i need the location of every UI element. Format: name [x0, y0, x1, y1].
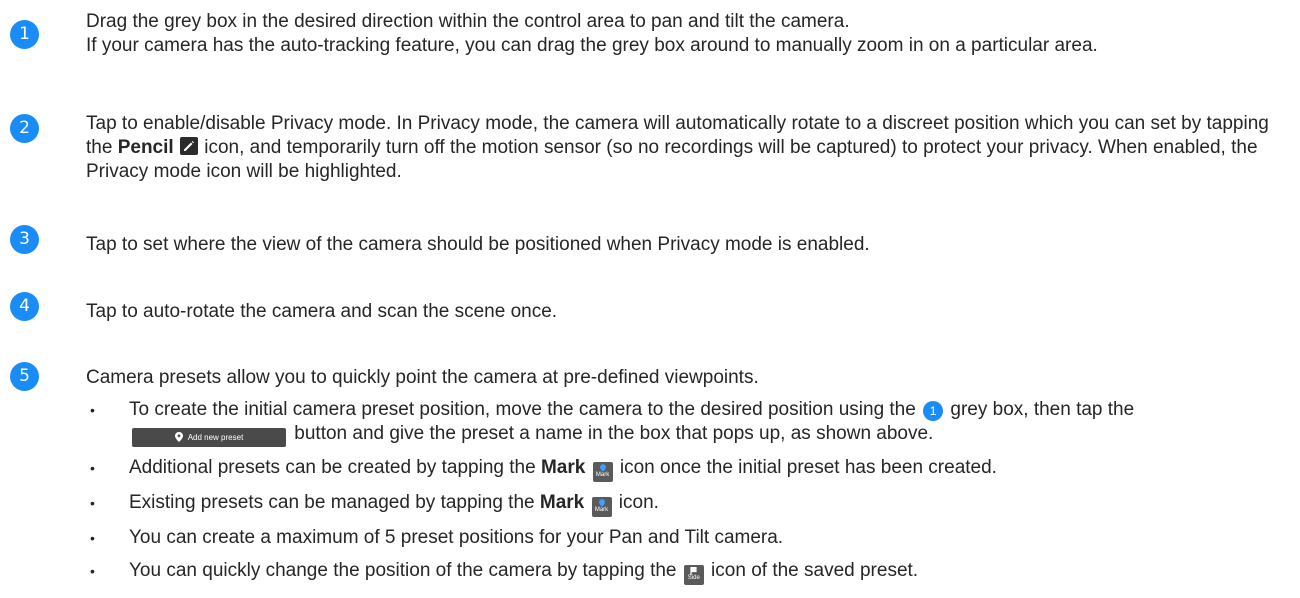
mark-label: Mark — [540, 456, 586, 478]
step-2-paragraph: Tap to enable/disable Privacy mode. In P… — [86, 112, 1286, 184]
step-number-badge: 1 — [10, 20, 39, 49]
step-2-text: Tap to enable/disable Privacy mode. In P… — [86, 112, 1286, 184]
list-item: • Existing presets can be managed by tap… — [86, 491, 1286, 517]
add-new-preset-label: Add new preset — [187, 432, 244, 442]
mark-icon: Mark — [592, 461, 613, 482]
bullet-3-text-b: icon. — [613, 491, 659, 513]
pencil-icon — [179, 137, 198, 155]
mark-label: Mark — [539, 491, 585, 513]
step-number-badge: 4 — [10, 292, 39, 321]
bullet-4-text: You can create a maximum of 5 preset pos… — [129, 526, 784, 548]
bullet-5-text-a: You can quickly change the position of t… — [129, 559, 682, 581]
mark-icon-caption: Mark — [594, 506, 609, 513]
pencil-label: Pencil — [117, 137, 174, 158]
list-item: • You can quickly change the position of… — [86, 559, 1286, 585]
side-flag-icon: Side — [683, 564, 704, 585]
step-5-text: Camera presets allow you to quickly poin… — [86, 366, 1286, 585]
step-number-badge: 2 — [10, 114, 39, 143]
mark-icon-caption: Mark — [595, 471, 610, 478]
bullet-2-text-b: icon once the initial preset has been cr… — [614, 456, 997, 478]
list-item: • To create the initial camera preset po… — [86, 398, 1286, 447]
bullet-1-text-c: button and give the preset a name in the… — [289, 423, 934, 444]
step-number-badge: 5 — [10, 362, 39, 391]
bullet-dot: • — [90, 529, 95, 546]
step-1-line-1: Drag the grey box in the desired directi… — [86, 11, 850, 32]
step-2-text-b: icon, and temporarily turn off the motio… — [86, 137, 1258, 182]
bullet-dot: • — [90, 562, 95, 579]
bullet-dot: • — [90, 459, 95, 476]
step-3-text: Tap to set where the view of the camera … — [86, 233, 1286, 257]
step-number-badge: 3 — [10, 225, 39, 254]
location-pin-icon — [174, 432, 183, 442]
bullet-2-text-a: Additional presets can be created by tap… — [129, 456, 541, 478]
mark-icon: Mark — [591, 496, 612, 517]
step-3-paragraph: Tap to set where the view of the camera … — [86, 234, 870, 255]
bullet-dot: • — [90, 494, 95, 511]
step-1-reference-badge: 1 — [923, 401, 944, 421]
bullet-5-text-b: icon of the saved preset. — [705, 559, 919, 581]
bullet-1-text-b: grey box, then tap the — [945, 399, 1135, 420]
step-1-line-2: If your camera has the auto-tracking fea… — [86, 35, 1098, 56]
step-4-text: Tap to auto-rotate the camera and scan t… — [86, 300, 1286, 324]
list-item: • Additional presets can be created by t… — [86, 456, 1286, 482]
side-icon-caption: Side — [687, 574, 700, 581]
step-1-text: Drag the grey box in the desired directi… — [86, 10, 1286, 58]
step-5-intro: Camera presets allow you to quickly poin… — [86, 367, 759, 388]
bullet-3-text-a: Existing presets can be managed by tappi… — [129, 491, 540, 513]
list-item: • You can create a maximum of 5 preset p… — [86, 526, 1286, 550]
step-4-paragraph: Tap to auto-rotate the camera and scan t… — [86, 301, 558, 322]
add-new-preset-button: Add new preset — [132, 427, 286, 447]
bullet-dot: • — [90, 402, 95, 418]
preset-bullet-list: • To create the initial camera preset po… — [86, 398, 1286, 585]
bullet-1-text-a: To create the initial camera preset posi… — [129, 399, 922, 420]
